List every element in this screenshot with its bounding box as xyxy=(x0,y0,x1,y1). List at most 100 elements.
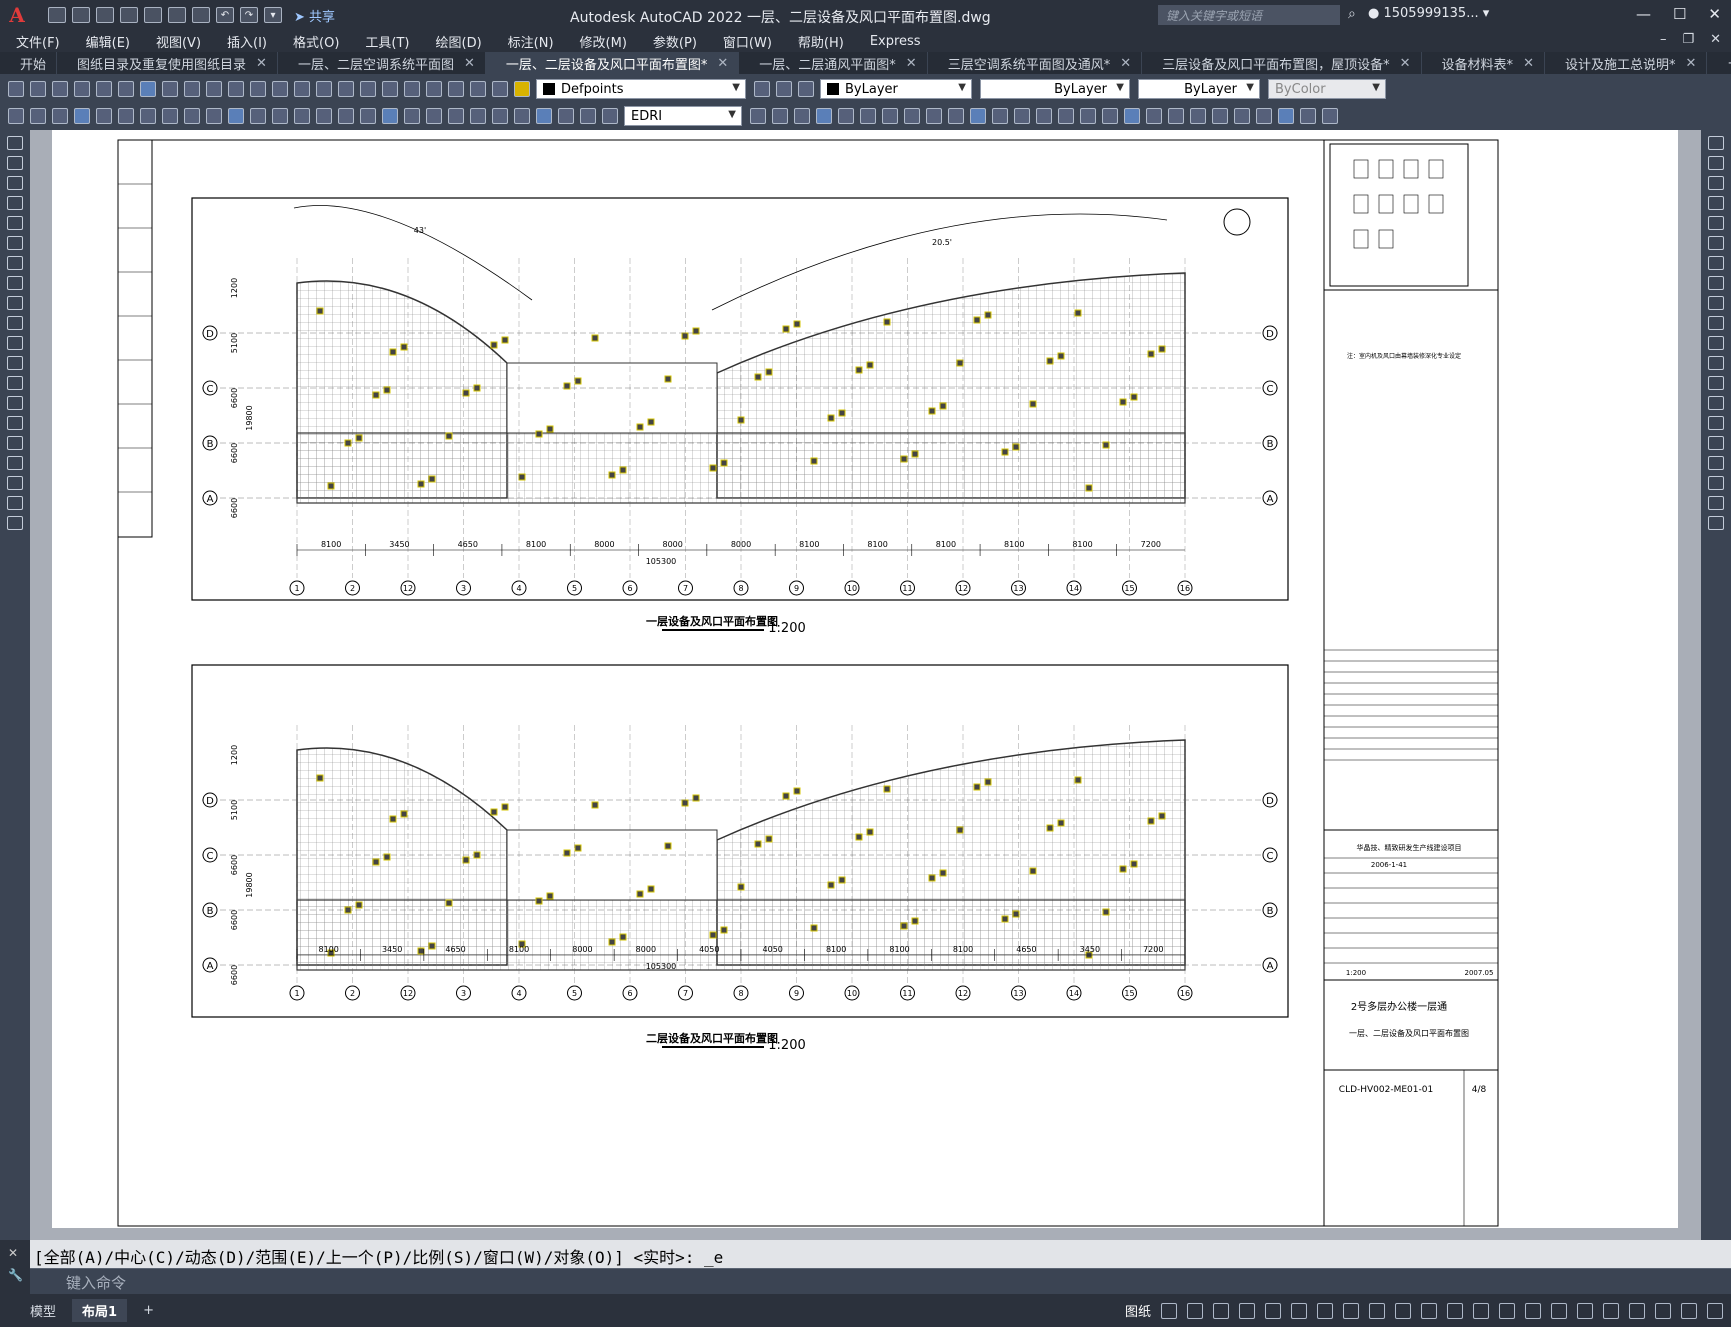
status-toggle-icon[interactable] xyxy=(1343,1302,1359,1319)
tool-icon[interactable] xyxy=(382,108,398,124)
calc-icon[interactable] xyxy=(448,81,464,97)
tool-icon[interactable] xyxy=(904,108,920,124)
status-toggle-icon[interactable] xyxy=(1577,1302,1593,1319)
status-toggle-icon[interactable] xyxy=(1213,1302,1229,1319)
tool-icon[interactable] xyxy=(794,108,810,124)
tool-icon[interactable] xyxy=(1036,108,1052,124)
tool-icon[interactable] xyxy=(1708,256,1724,270)
status-toggle-icon[interactable] xyxy=(1707,1302,1723,1319)
menu-item[interactable]: 绘图(D) xyxy=(436,32,482,51)
tool-icon[interactable] xyxy=(1708,516,1724,530)
layout-tab[interactable]: 布局1 xyxy=(72,1299,128,1322)
tool-icon[interactable] xyxy=(558,108,574,124)
tool-icon[interactable] xyxy=(448,108,464,124)
tool-icon[interactable] xyxy=(1708,156,1724,170)
saveas-icon[interactable] xyxy=(120,7,138,23)
tool-icon[interactable] xyxy=(470,108,486,124)
status-toggle-icon[interactable] xyxy=(1447,1302,1463,1319)
paste-icon[interactable] xyxy=(206,81,222,97)
tool-icon[interactable] xyxy=(1708,176,1724,190)
3d-icon[interactable] xyxy=(140,81,156,97)
tool-icon[interactable] xyxy=(7,456,23,470)
status-toggle-icon[interactable] xyxy=(1603,1302,1619,1319)
redo-icon[interactable] xyxy=(272,81,288,97)
user-account[interactable]: ● 1505999135... ▾ xyxy=(1368,6,1489,21)
share-button[interactable]: ➤ 共享 xyxy=(294,6,335,25)
tool-icon[interactable] xyxy=(7,216,23,230)
preview-icon[interactable] xyxy=(96,81,112,97)
undo-icon[interactable] xyxy=(250,81,266,97)
color-dropdown[interactable]: ByLayer ▼ xyxy=(820,79,972,99)
tool-icon[interactable] xyxy=(1190,108,1206,124)
new-icon[interactable] xyxy=(8,81,24,97)
tool-icon[interactable] xyxy=(7,376,23,390)
tool-icon[interactable] xyxy=(206,108,222,124)
undo-icon[interactable]: ↶ xyxy=(216,7,234,23)
tab-close-icon[interactable]: ✕ xyxy=(464,56,475,71)
menu-item[interactable]: 插入(I) xyxy=(227,32,267,51)
tab-close-icon[interactable]: ✕ xyxy=(717,56,728,71)
tool-icon[interactable] xyxy=(184,108,200,124)
properties-icon[interactable] xyxy=(360,81,376,97)
status-toggle-icon[interactable] xyxy=(1369,1302,1385,1319)
save-icon[interactable] xyxy=(96,7,114,23)
tool-icon[interactable] xyxy=(7,416,23,430)
status-toggle-icon[interactable] xyxy=(1655,1302,1671,1319)
tool-icon[interactable] xyxy=(140,108,156,124)
tool-icon[interactable] xyxy=(536,108,552,124)
status-toggle-icon[interactable] xyxy=(1525,1302,1541,1319)
tool-icon[interactable] xyxy=(404,108,420,124)
tool-icon[interactable] xyxy=(1708,236,1724,250)
file-tab[interactable]: 三层设备及风口平面布置图，屋顶设备* ✕ xyxy=(1142,52,1422,74)
tool-icon[interactable] xyxy=(1708,396,1724,410)
status-toggle-icon[interactable] xyxy=(1291,1302,1307,1319)
tool-icon[interactable] xyxy=(1014,108,1030,124)
tool-icon[interactable] xyxy=(492,108,508,124)
file-tab[interactable]: 设备材料表* ✕ xyxy=(1422,52,1545,74)
status-toggle-icon[interactable] xyxy=(1161,1302,1177,1319)
pan-icon[interactable] xyxy=(294,81,310,97)
tool-icon[interactable] xyxy=(294,108,310,124)
plot-icon[interactable] xyxy=(192,7,210,23)
command-close-icon[interactable]: ✕ xyxy=(0,1240,30,1266)
menu-item[interactable]: 修改(M) xyxy=(580,32,627,51)
tool-icon[interactable] xyxy=(7,336,23,350)
doc-restore-icon[interactable]: ❐ xyxy=(1682,32,1694,47)
tool-icon[interactable] xyxy=(7,196,23,210)
command-customize-icon[interactable]: 🔧 xyxy=(0,1266,30,1284)
publish-icon[interactable] xyxy=(118,81,134,97)
sheetset-icon[interactable] xyxy=(426,81,442,97)
file-tab[interactable]: 图纸目录及重复使用图纸目录 ✕ xyxy=(57,52,278,74)
zoom-icon[interactable] xyxy=(316,81,332,97)
status-toggle-icon[interactable] xyxy=(1395,1302,1411,1319)
help-icon[interactable] xyxy=(470,81,486,97)
drawing-canvas[interactable]: D D C C B B A A 1200 5100 6600 6600 6600 19800 8100 345… xyxy=(30,130,1701,1240)
dimstyle-dropdown[interactable]: EDRI ▼ xyxy=(624,106,742,126)
tool-icon[interactable] xyxy=(1708,436,1724,450)
menu-item[interactable]: 参数(P) xyxy=(653,32,697,51)
tool-icon[interactable] xyxy=(580,108,596,124)
tool-icon[interactable] xyxy=(1212,108,1228,124)
tool-icon[interactable] xyxy=(772,108,788,124)
new-icon[interactable] xyxy=(48,7,66,23)
layer-iso-icon[interactable] xyxy=(776,81,792,97)
status-toggle-icon[interactable] xyxy=(1499,1302,1515,1319)
file-tab[interactable]: 开始 xyxy=(0,52,58,74)
tool-icon[interactable] xyxy=(7,396,23,410)
tool-icon[interactable] xyxy=(7,176,23,190)
tool-icon[interactable] xyxy=(7,296,23,310)
tool-icon[interactable] xyxy=(316,108,332,124)
status-toggle-icon[interactable] xyxy=(1265,1302,1281,1319)
layer-match-icon[interactable] xyxy=(798,81,814,97)
tool-icon[interactable] xyxy=(52,108,68,124)
tool-icon[interactable] xyxy=(1708,496,1724,510)
tool-icon[interactable] xyxy=(1708,296,1724,310)
tool-icon[interactable] xyxy=(338,108,354,124)
menu-item[interactable]: 工具(T) xyxy=(365,32,409,51)
tool-icon[interactable] xyxy=(1300,108,1316,124)
zoom-window-icon[interactable] xyxy=(338,81,354,97)
designcenter-icon[interactable] xyxy=(382,81,398,97)
plotstyle-dropdown[interactable]: ByColor ▼ xyxy=(1268,79,1386,99)
menu-item[interactable]: 窗口(W) xyxy=(723,32,772,51)
status-toggle-icon[interactable] xyxy=(1421,1302,1437,1319)
